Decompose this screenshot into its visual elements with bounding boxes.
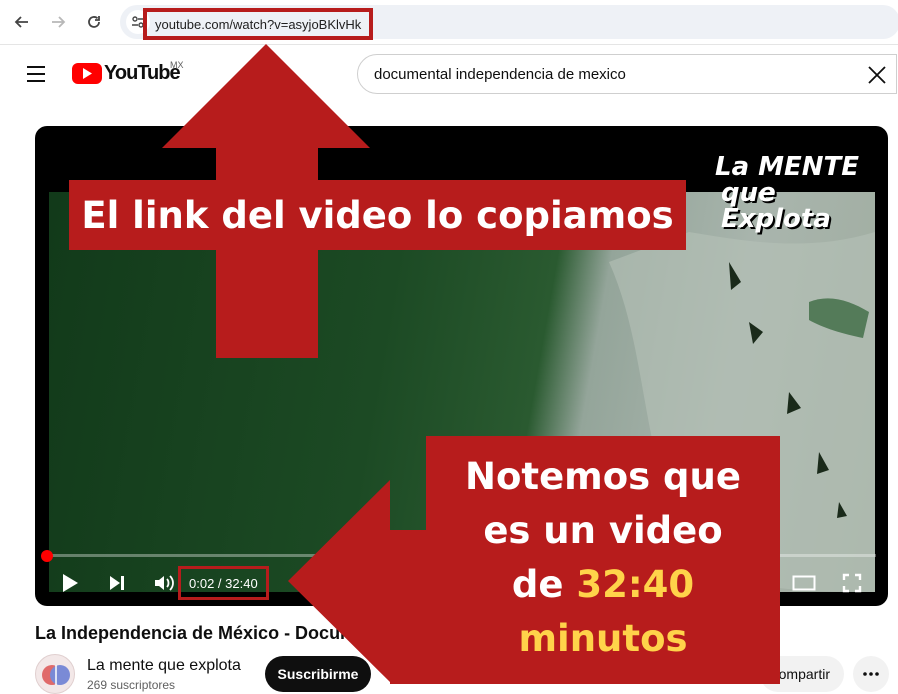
annotation-label-copy-link: El link del video lo copiamos	[69, 180, 686, 250]
annotation-label-duration: Notemos que es un video de 32:40 minutos	[426, 436, 780, 684]
left-arrow-shape	[288, 480, 426, 684]
